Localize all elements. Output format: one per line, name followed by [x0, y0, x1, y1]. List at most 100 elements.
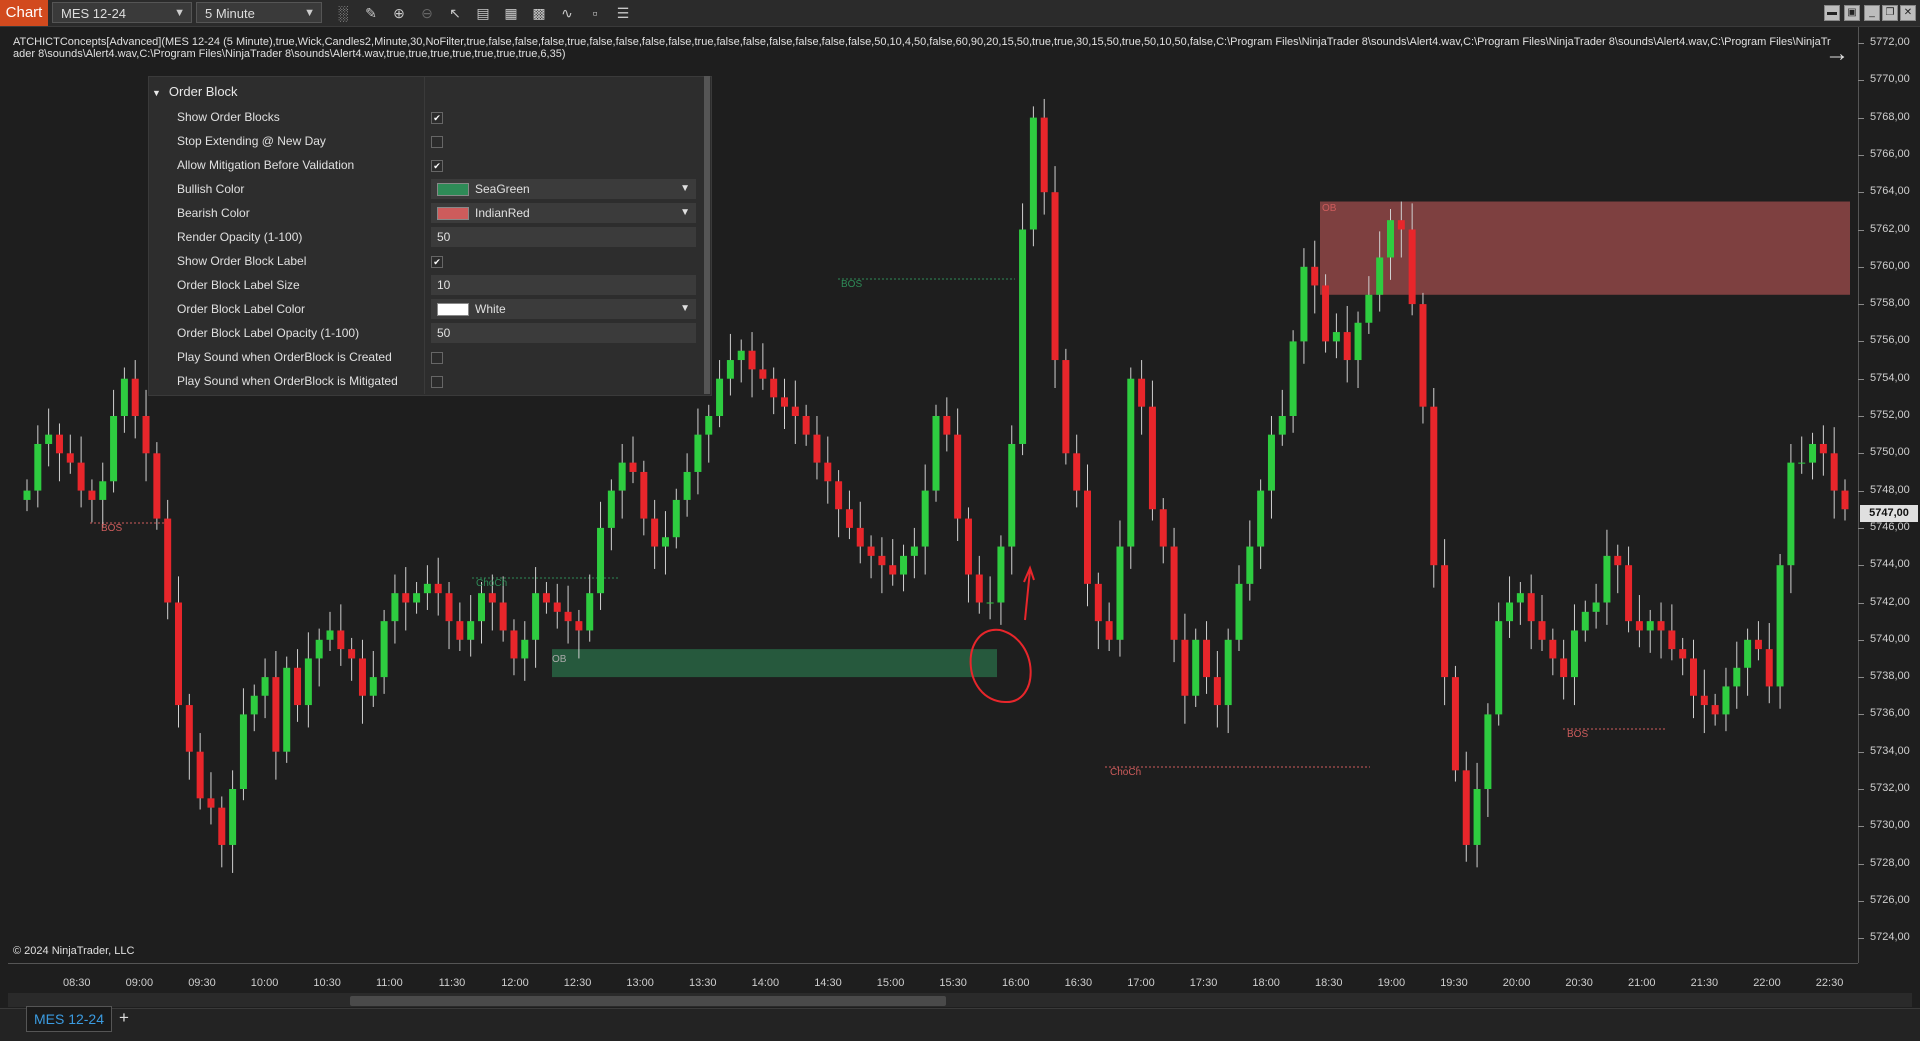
candle-body: [1084, 490, 1091, 584]
candle-body: [294, 667, 302, 706]
candle-body: [1776, 565, 1784, 687]
candle-body: [1819, 443, 1827, 454]
color-swatch: [437, 183, 469, 196]
candle-body: [1592, 602, 1600, 612]
candle-body: [1635, 621, 1643, 631]
candle-body: [1581, 611, 1589, 631]
price-label: 5732,00: [1870, 782, 1910, 794]
candle-body: [369, 677, 377, 696]
structure-label: OB: [552, 654, 567, 665]
candle-body: [1138, 378, 1146, 407]
property-checkbox[interactable]: [431, 376, 443, 388]
candle-body: [1322, 285, 1330, 342]
time-label: 20:30: [1565, 977, 1593, 989]
candle-body: [748, 350, 756, 370]
time-label: 18:30: [1315, 977, 1343, 989]
price-label: 5764,00: [1870, 185, 1910, 198]
candle-body: [1397, 220, 1405, 230]
candle-body: [402, 593, 410, 603]
tab-instrument[interactable]: MES 12-24: [26, 1006, 112, 1032]
candle-body: [575, 621, 583, 631]
price-label: 5746,00: [1870, 520, 1910, 533]
color-dropdown[interactable]: White ▼: [431, 299, 696, 319]
price-tick: [1858, 900, 1864, 902]
price-tick: [1858, 602, 1864, 604]
time-label: 21:00: [1628, 977, 1656, 989]
property-checkbox[interactable]: [431, 136, 443, 148]
candle-body: [1744, 639, 1752, 668]
indicator-parameters-label: ATCHICTConcepts[Advanced](MES 12-24 (5 M…: [13, 36, 1831, 60]
property-checkbox[interactable]: [431, 352, 443, 364]
price-label: 5730,00: [1870, 819, 1910, 832]
candle-body: [921, 490, 929, 547]
time-label: 21:30: [1690, 977, 1719, 989]
time-label: 10:00: [250, 977, 279, 989]
panel-header[interactable]: ▼ Order Block: [152, 84, 238, 99]
structure-label: ChoCh: [1110, 767, 1141, 778]
price-tick: [1858, 416, 1864, 417]
candle-body: [380, 621, 388, 678]
price-tick: [1858, 826, 1864, 828]
candle-body: [1462, 770, 1470, 845]
price-tick: [1858, 266, 1864, 268]
arrow-right-icon[interactable]: →: [1825, 40, 1849, 68]
candle-body: [1192, 639, 1200, 696]
candle-body: [413, 593, 421, 603]
candle-body: [239, 714, 247, 789]
add-tab-icon[interactable]: +: [114, 1008, 134, 1028]
property-input[interactable]: 50: [431, 323, 696, 343]
property-label: Show Order Blocks: [177, 110, 280, 124]
candle-body: [759, 369, 767, 379]
candle-body: [943, 416, 951, 435]
time-label: 14:00: [751, 977, 780, 989]
time-label: 15:00: [876, 977, 905, 989]
candle-body: [358, 658, 366, 696]
candle-body: [1441, 565, 1449, 678]
collapse-triangle-icon[interactable]: ▼: [152, 88, 161, 98]
property-label: Play Sound when OrderBlock is Created: [177, 350, 392, 364]
candle-body: [445, 593, 453, 622]
color-dropdown[interactable]: IndianRed ▼: [431, 203, 696, 223]
candle-body: [218, 807, 226, 845]
candle-body: [770, 378, 778, 398]
candle-body: [672, 499, 680, 538]
price-label: 5750,00: [1870, 446, 1910, 459]
candle-body: [1473, 789, 1481, 845]
time-label: 17:30: [1189, 977, 1218, 989]
property-label: Order Block Label Color: [177, 302, 306, 316]
property-label: Show Order Block Label: [177, 254, 307, 268]
time-label: 12:00: [501, 977, 529, 989]
candle-body: [1733, 667, 1741, 687]
price-label: 5748,00: [1870, 483, 1910, 496]
candle-body: [304, 658, 312, 706]
price-tick: [1858, 789, 1864, 790]
candle-body: [964, 518, 972, 575]
panel-scrollbar[interactable]: [704, 76, 710, 394]
price-label: 5740,00: [1870, 632, 1910, 645]
candle-body: [1798, 462, 1806, 464]
candle-body: [1235, 583, 1243, 640]
structure-label: BOS: [101, 523, 122, 534]
property-input[interactable]: 10: [431, 275, 696, 295]
price-tick: [1858, 341, 1864, 343]
horizontal-scrollbar[interactable]: [8, 993, 1912, 1007]
candle-body: [1527, 593, 1535, 622]
price-tick: [1858, 80, 1864, 82]
candle-body: [694, 434, 702, 472]
candle-body: [261, 677, 269, 696]
price-tick: [1858, 117, 1864, 119]
property-checkbox[interactable]: ✔: [431, 160, 443, 172]
candle-body: [1841, 490, 1849, 510]
candle-body: [1257, 490, 1265, 547]
color-dropdown[interactable]: SeaGreen ▼: [431, 179, 696, 199]
structure-label: ChoCh: [476, 578, 507, 589]
candle-body: [1430, 406, 1438, 566]
time-label: 15:30: [939, 977, 967, 989]
candle-body: [1809, 443, 1817, 463]
property-input[interactable]: 50: [431, 227, 696, 247]
candle-body: [66, 453, 74, 463]
candle-body: [542, 593, 550, 603]
scrollbar-thumb[interactable]: [350, 996, 946, 1006]
property-checkbox[interactable]: ✔: [431, 256, 443, 268]
property-checkbox[interactable]: ✔: [431, 112, 443, 124]
